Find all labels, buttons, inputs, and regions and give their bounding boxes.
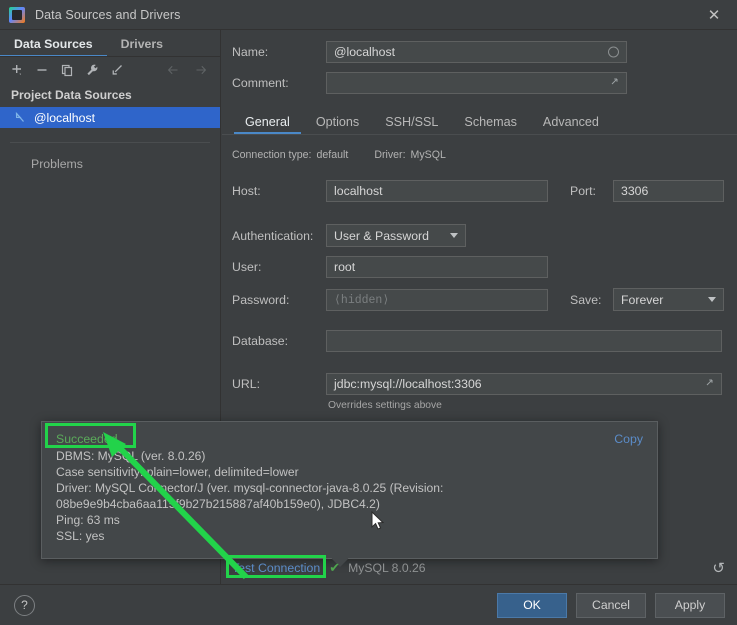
datagrip-icon xyxy=(9,7,25,23)
expand-icon[interactable] xyxy=(609,76,620,90)
driver-label: Driver: xyxy=(374,149,405,161)
save-label: Save: xyxy=(570,293,613,307)
url-input-value: jdbc:mysql://localhost:3306 xyxy=(334,377,482,391)
result-line: Ping: 63 ms xyxy=(56,512,643,528)
sidebar-nav-arrows xyxy=(162,59,212,81)
copy-button[interactable]: Copy xyxy=(614,432,643,446)
check-icon: ✔ xyxy=(329,560,340,576)
form-tabs: General Options SSH/SSL Schemas Advanced xyxy=(232,109,612,134)
host-input[interactable]: localhost xyxy=(326,180,548,202)
wrench-icon[interactable] xyxy=(81,59,103,81)
data-sources-dialog: Data Sources and Drivers ✕ Data Sources … xyxy=(0,0,737,625)
chevron-down-icon[interactable] xyxy=(701,289,723,310)
result-line: 08be9e9b4cba6aa115f9b27b215887af40b159e0… xyxy=(56,496,643,512)
user-input[interactable]: root xyxy=(326,256,548,278)
test-connection-bar: Test Connection ✔ MySQL 8.0.26 ↺ xyxy=(222,553,737,583)
import-icon[interactable] xyxy=(106,59,128,81)
title-bar: Data Sources and Drivers ✕ xyxy=(0,0,737,30)
url-hint: Overrides settings above xyxy=(328,400,442,411)
name-input[interactable]: @localhost xyxy=(326,41,627,63)
database-label: Database: xyxy=(232,334,326,348)
result-status: Succeeded xyxy=(56,432,643,446)
authentication-select[interactable]: User & Password xyxy=(326,224,466,247)
sidebar-tabs: Data Sources Drivers xyxy=(0,30,220,57)
result-line: Driver: MySQL Connector/J (ver. mysql-co… xyxy=(56,480,643,496)
comment-input[interactable] xyxy=(326,72,627,94)
password-label: Password: xyxy=(232,293,326,307)
url-input[interactable]: jdbc:mysql://localhost:3306 xyxy=(326,373,722,395)
sidebar-item-localhost[interactable]: @localhost xyxy=(0,107,220,128)
connection-type-value[interactable]: default xyxy=(317,149,349,161)
database-icon xyxy=(14,111,27,124)
sidebar-item-problems[interactable]: Problems xyxy=(0,143,220,171)
dialog-footer: ? OK Cancel Apply xyxy=(0,584,737,625)
database-input[interactable] xyxy=(326,330,722,352)
form-tabs-divider xyxy=(222,134,737,135)
authentication-label: Authentication: xyxy=(232,229,326,243)
ok-button[interactable]: OK xyxy=(497,593,567,618)
password-placeholder: ⟨hidden⟩ xyxy=(334,292,389,307)
tab-ssh-ssl[interactable]: SSH/SSL xyxy=(372,109,451,134)
host-label: Host: xyxy=(232,184,326,198)
tab-data-sources[interactable]: Data Sources xyxy=(0,30,107,57)
apply-button[interactable]: Apply xyxy=(655,593,725,618)
remove-icon[interactable] xyxy=(31,59,53,81)
color-swatch-icon[interactable] xyxy=(608,47,619,58)
tab-general[interactable]: General xyxy=(232,109,303,134)
chevron-down-icon[interactable] xyxy=(443,225,465,246)
authentication-value: User & Password xyxy=(334,229,429,243)
password-input[interactable]: ⟨hidden⟩ xyxy=(326,289,548,311)
test-connection-result-popup: Copy Succeeded DBMS: MySQL (ver. 8.0.26)… xyxy=(41,421,658,559)
help-button[interactable]: ? xyxy=(14,595,35,616)
result-line: SSL: yes xyxy=(56,528,643,544)
save-select[interactable]: Forever xyxy=(613,288,724,311)
back-arrow-icon[interactable] xyxy=(162,59,184,81)
add-icon[interactable] xyxy=(6,59,28,81)
tab-advanced[interactable]: Advanced xyxy=(530,109,612,134)
sidebar-item-label: @localhost xyxy=(34,111,95,125)
driver-value[interactable]: MySQL xyxy=(411,149,446,161)
tab-options[interactable]: Options xyxy=(303,109,372,134)
result-line: DBMS: MySQL (ver. 8.0.26) xyxy=(56,448,643,464)
host-input-value: localhost xyxy=(334,184,383,198)
forward-arrow-icon[interactable] xyxy=(190,59,212,81)
cancel-button[interactable]: Cancel xyxy=(576,593,646,618)
user-label: User: xyxy=(232,260,326,274)
close-icon[interactable]: ✕ xyxy=(691,0,737,30)
sidebar-toolbar xyxy=(0,57,220,83)
copy-icon[interactable] xyxy=(56,59,78,81)
result-line: Case sensitivity: plain=lower, delimited… xyxy=(56,464,643,480)
footer-buttons: OK Cancel Apply xyxy=(497,593,725,618)
url-label: URL: xyxy=(232,377,326,391)
expand-icon[interactable] xyxy=(704,377,715,391)
tab-drivers[interactable]: Drivers xyxy=(107,30,177,57)
tab-schemas[interactable]: Schemas xyxy=(451,109,530,134)
test-connection-button[interactable]: Test Connection xyxy=(232,561,320,575)
revert-icon[interactable]: ↺ xyxy=(712,559,725,577)
connection-type-label: Connection type: xyxy=(232,149,312,161)
group-header-project-data-sources: Project Data Sources xyxy=(0,83,220,107)
save-value: Forever xyxy=(621,293,663,307)
port-label: Port: xyxy=(570,184,613,198)
port-input-value: 3306 xyxy=(621,184,648,198)
name-input-value: @localhost xyxy=(334,45,395,59)
comment-label: Comment: xyxy=(232,76,326,90)
window-title: Data Sources and Drivers xyxy=(35,8,181,22)
name-label: Name: xyxy=(232,45,326,59)
port-input[interactable]: 3306 xyxy=(613,180,724,202)
user-input-value: root xyxy=(334,260,355,274)
database-version-label: MySQL 8.0.26 xyxy=(348,561,425,575)
